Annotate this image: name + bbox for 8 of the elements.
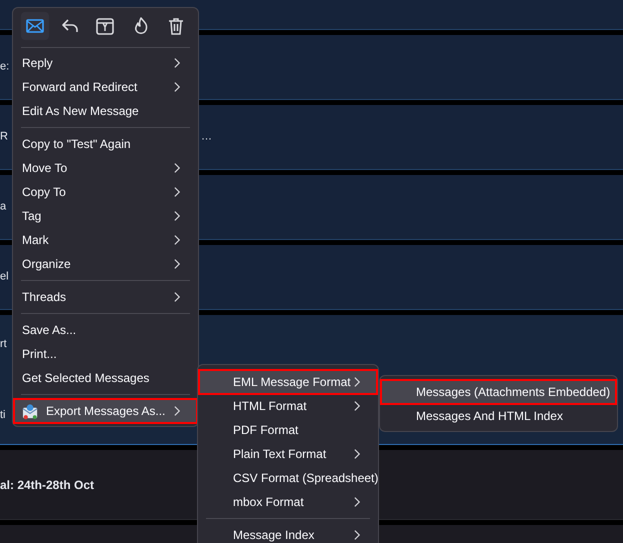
message-subject-text: e: [0,62,10,72]
message-subject-text: rt [0,339,7,350]
message-subject-text: al: 24th-28th Oct [0,478,94,490]
message-subject-text: a [0,202,6,212]
message-subject-text: R [0,132,8,142]
message-subject-text: … [201,132,212,142]
message-subject-text: ti [0,410,6,421]
message-subject-text: el [0,272,9,282]
